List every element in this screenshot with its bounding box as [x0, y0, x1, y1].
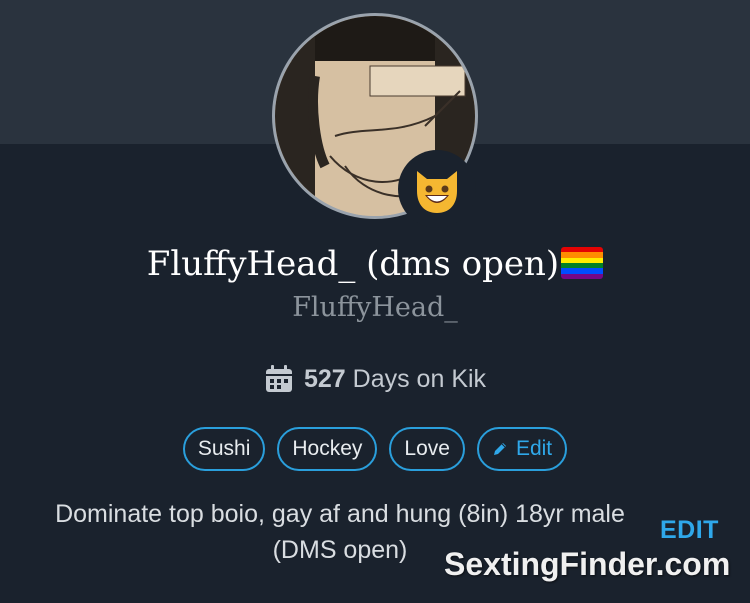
- display-name: FluffyHead_ (dms open): [0, 244, 750, 284]
- pencil-icon: [493, 443, 506, 455]
- days-on-kik: 527 Days on Kik: [0, 364, 750, 394]
- display-name-text: FluffyHead_ (dms open): [146, 244, 560, 284]
- profile-avatar-container[interactable]: [272, 13, 478, 228]
- interest-tags: Sushi Hockey Love Edit: [0, 427, 750, 471]
- grinning-cat-icon: [417, 171, 457, 213]
- tag-love[interactable]: Love: [389, 427, 465, 471]
- days-count: 527: [303, 364, 346, 393]
- status-emoji-badge[interactable]: [398, 150, 476, 228]
- edit-bio-button[interactable]: EDIT: [660, 516, 719, 545]
- username: FluffyHead_: [292, 292, 458, 323]
- tag-sushi[interactable]: Sushi: [182, 427, 266, 471]
- calendar-icon: [264, 364, 294, 394]
- days-label: Days on Kik: [352, 364, 487, 393]
- edit-tags-button[interactable]: Edit: [476, 427, 568, 471]
- edit-tags-label: Edit: [515, 437, 553, 460]
- watermark: SextingFinder.com: [444, 546, 731, 582]
- rainbow-flag-icon: [561, 247, 604, 279]
- tag-hockey[interactable]: Hockey: [277, 427, 378, 471]
